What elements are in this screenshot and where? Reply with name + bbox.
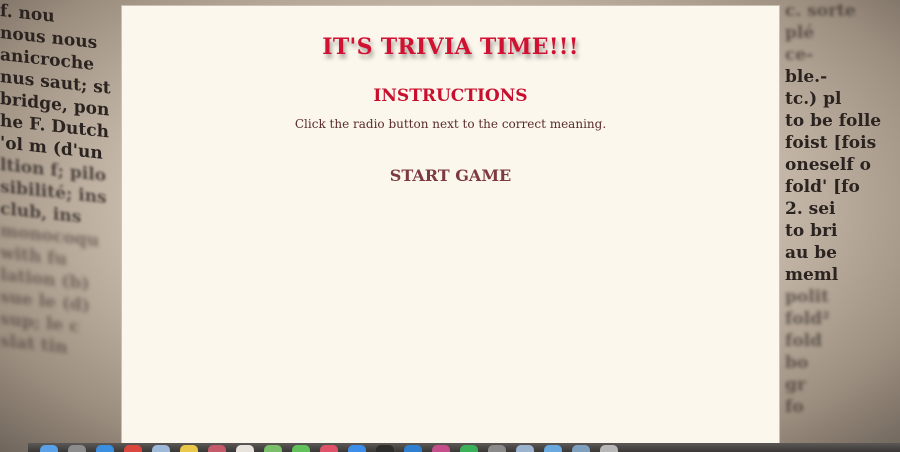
vscode-icon[interactable]: [404, 445, 422, 452]
slack-icon[interactable]: [432, 445, 450, 452]
mail-icon[interactable]: [152, 445, 170, 452]
background-dictionary-left: f. nou nous nous anicroche nus saut; st brid…: [0, 0, 121, 452]
messages-icon[interactable]: [292, 445, 310, 452]
background-right-line: c. sorte: [785, 1, 856, 21]
terminal-icon[interactable]: [376, 445, 394, 452]
chrome-icon[interactable]: [124, 445, 142, 452]
background-right-line: ble.-: [785, 67, 828, 87]
preview-icon[interactable]: [516, 445, 534, 452]
trash-icon[interactable]: [600, 445, 618, 452]
background-dictionary-right: c. sorte plé ce-ble.- tc.) pl to be folle foi…: [781, 0, 900, 442]
dock: [28, 443, 900, 452]
background-right-line: foist [fois: [785, 133, 877, 153]
photos-icon[interactable]: [208, 445, 226, 452]
music-icon[interactable]: [320, 445, 338, 452]
app-store-icon[interactable]: [348, 445, 366, 452]
background-right-line: fold: [785, 331, 822, 351]
page-title: IT'S TRIVIA TIME!!!: [322, 34, 579, 60]
safari-icon[interactable]: [96, 445, 114, 452]
folder-icon[interactable]: [544, 445, 562, 452]
background-right-line: 2. sei: [785, 199, 836, 219]
launchpad-icon[interactable]: [68, 445, 86, 452]
maps-icon[interactable]: [264, 445, 282, 452]
background-right-line: fo: [785, 397, 804, 417]
spotify-icon[interactable]: [460, 445, 478, 452]
instructions-heading: INSTRUCTIONS: [373, 86, 528, 106]
background-right-line: tc.) pl: [785, 89, 842, 109]
background-right-line: to bri: [785, 221, 838, 241]
background-right-line: fold²: [785, 309, 830, 329]
instructions-text: Click the radio button next to the corre…: [294, 117, 607, 131]
background-right-line: au be: [785, 243, 837, 263]
settings-icon[interactable]: [488, 445, 506, 452]
finder-icon[interactable]: [40, 445, 58, 452]
background-right-line: plé: [785, 23, 815, 43]
background-right-line: ce-: [785, 45, 814, 65]
calendar-icon[interactable]: [236, 445, 254, 452]
background-right-line: oneself o: [785, 155, 871, 175]
trivia-panel: IT'S TRIVIA TIME!!! INSTRUCTIONS Click t…: [121, 5, 780, 445]
background-right-line: to be folle: [785, 111, 882, 131]
downloads-icon[interactable]: [572, 445, 590, 452]
notes-icon[interactable]: [180, 445, 198, 452]
background-right-line: fold' [fo: [785, 177, 860, 197]
background-right-line: polit: [785, 287, 829, 307]
background-right-line: meml: [785, 265, 839, 285]
background-right-line: gr: [785, 375, 806, 395]
start-game-button[interactable]: START GAME: [384, 164, 517, 187]
background-right-line: bo: [785, 353, 809, 373]
